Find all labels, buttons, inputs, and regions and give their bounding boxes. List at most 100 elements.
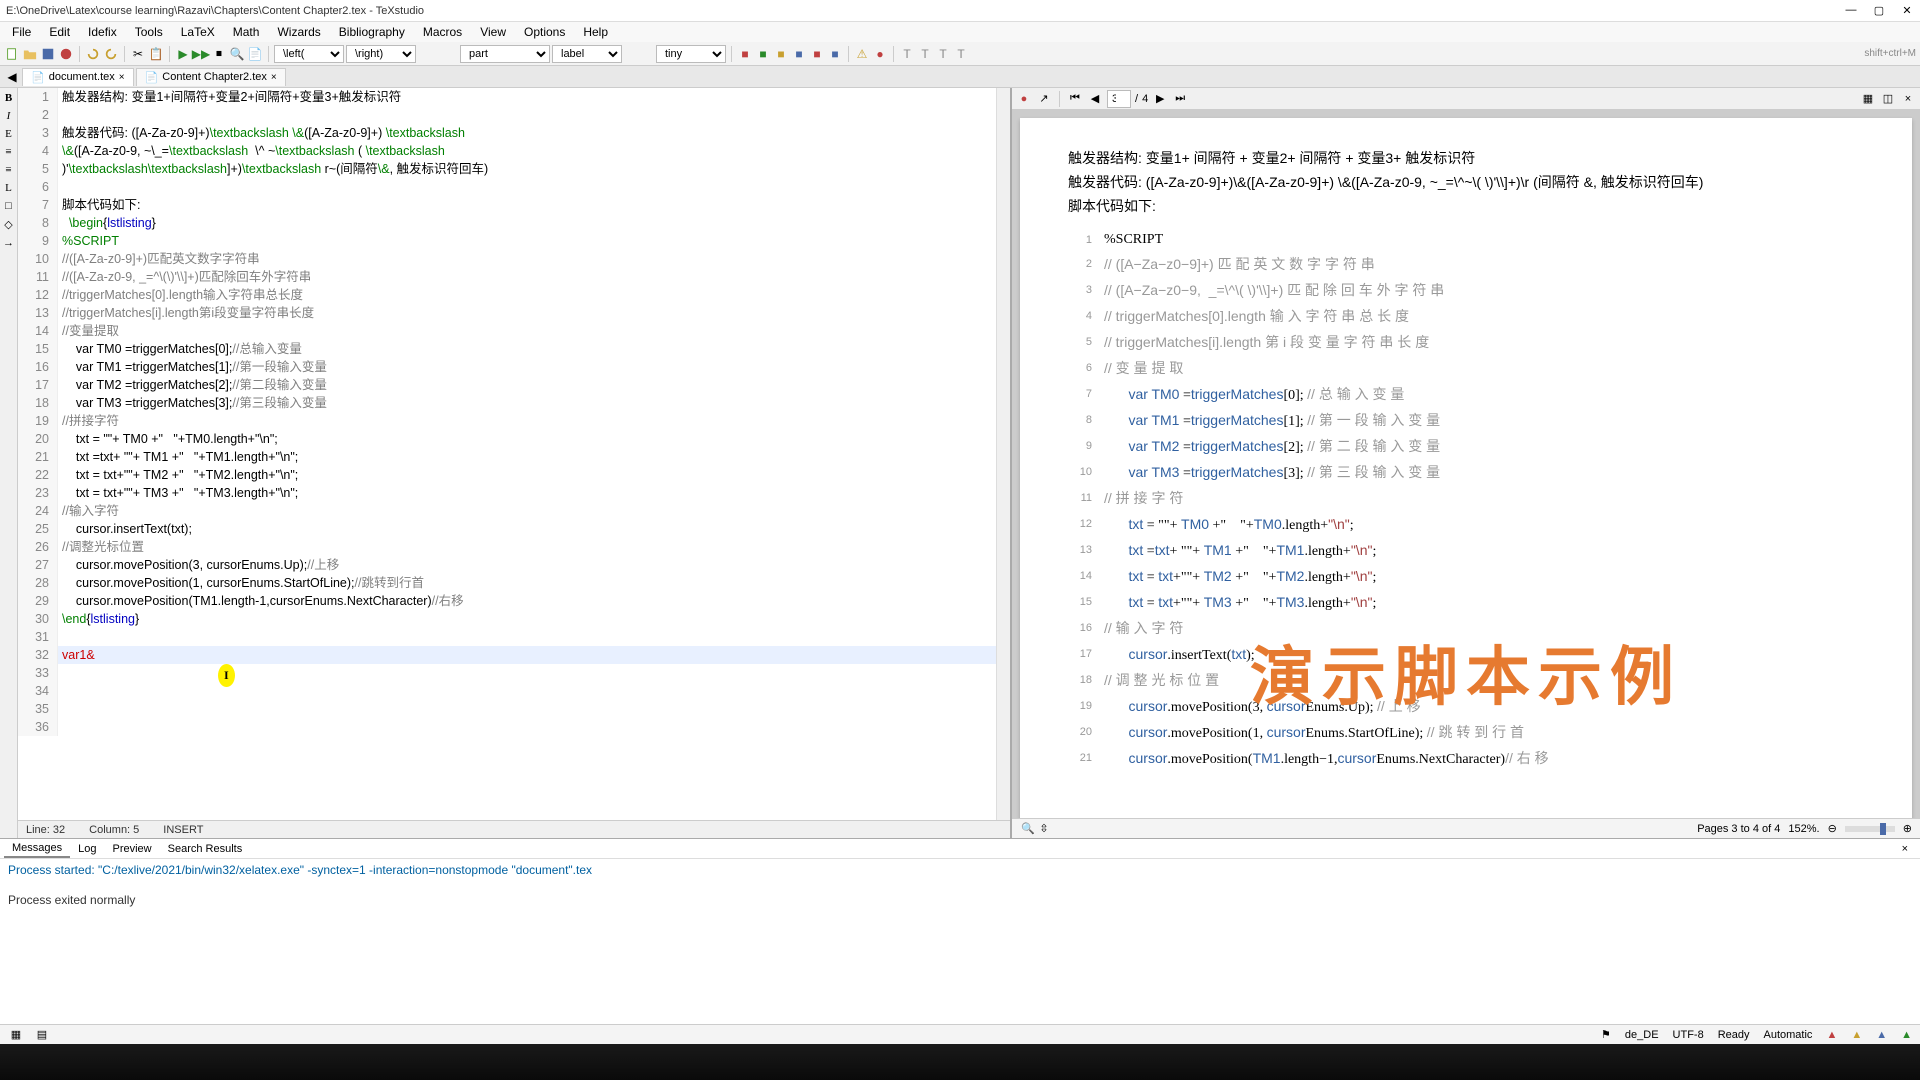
link-icon[interactable]: L (5, 182, 12, 194)
windows-taskbar[interactable] (0, 1044, 1920, 1080)
pv-win-icon[interactable]: ◫ (1880, 91, 1896, 107)
deco2-icon[interactable]: ■ (755, 46, 771, 62)
menu-file[interactable]: File (4, 23, 39, 41)
code-line[interactable]: 4\&([A-Za-z0-9, ~\_=\textbackslash \^ ~\… (18, 142, 1010, 160)
code-line[interactable]: 21 txt =txt+ ""+ TM1 +" "+TM1.length+"\n… (18, 448, 1010, 466)
code-line[interactable]: 6 (18, 178, 1010, 196)
pv-zoomout-icon[interactable]: ⊖ (1828, 822, 1837, 835)
bp-close-icon[interactable]: × (1894, 841, 1916, 857)
align2-icon[interactable]: ≡ (5, 164, 11, 176)
emph-icon[interactable]: E (5, 128, 12, 140)
menu-math[interactable]: Math (225, 23, 268, 41)
menu-help[interactable]: Help (575, 23, 616, 41)
pv-close-icon[interactable]: × (1900, 91, 1916, 107)
code-line[interactable]: 19//拼接字符 (18, 412, 1010, 430)
maximize-icon[interactable]: ▢ (1872, 4, 1886, 17)
bp-tab-messages[interactable]: Messages (4, 840, 70, 858)
view-icon[interactable]: 🔍 (229, 46, 245, 62)
deco4-icon[interactable]: ■ (791, 46, 807, 62)
bp-tab-search[interactable]: Search Results (160, 841, 251, 857)
menu-bibliography[interactable]: Bibliography (331, 23, 413, 41)
part-combo[interactable]: part (460, 45, 550, 63)
compile-icon[interactable]: ▶▶ (193, 46, 209, 62)
s1-icon[interactable]: ▲ (1826, 1029, 1837, 1041)
s2-icon[interactable]: ▲ (1851, 1029, 1862, 1041)
arrow-icon[interactable]: → (3, 237, 14, 249)
pv-sync-icon[interactable]: ● (1016, 91, 1032, 107)
err-icon[interactable]: ● (872, 46, 888, 62)
t2-icon[interactable]: T (917, 46, 933, 62)
scrollbar-vertical[interactable] (996, 88, 1010, 820)
code-line[interactable]: 13//triggerMatches[i].length第i段变量字符串长度 (18, 304, 1010, 322)
pv-ext-icon[interactable]: ↗ (1036, 91, 1052, 107)
build-icon[interactable]: ▶ (175, 46, 191, 62)
tab-chapter2[interactable]: 📄 Content Chapter2.tex × (136, 68, 286, 86)
menu-view[interactable]: View (472, 23, 514, 41)
tab-close-icon[interactable]: × (119, 72, 125, 83)
code-line[interactable]: 2 (18, 106, 1010, 124)
pv-page-input[interactable] (1107, 90, 1131, 108)
tabprev-icon[interactable]: ◀ (4, 69, 20, 85)
code-editor[interactable]: 1触发器结构: 变量1+间隔符+变量2+间隔符+变量3+触发标识符23触发器代码… (18, 88, 1010, 838)
right-delim-combo[interactable]: \right) (346, 45, 416, 63)
italic-icon[interactable]: I (7, 110, 11, 122)
lang-icon[interactable]: ⚑ (1601, 1028, 1611, 1041)
deco6-icon[interactable]: ■ (827, 46, 843, 62)
align1-icon[interactable]: ≡ (5, 146, 11, 158)
warn-icon[interactable]: ⚠ (854, 46, 870, 62)
code-line[interactable]: 1触发器结构: 变量1+间隔符+变量2+间隔符+变量3+触发标识符 (18, 88, 1010, 106)
menu-tools[interactable]: Tools (127, 23, 171, 41)
code-line[interactable]: 29 cursor.movePosition(TM1.length-1,curs… (18, 592, 1010, 610)
code-line[interactable]: 7脚本代码如下: (18, 196, 1010, 214)
code-line[interactable]: 28 cursor.movePosition(1, cursorEnums.St… (18, 574, 1010, 592)
menu-edit[interactable]: Edit (41, 23, 78, 41)
msg-icon[interactable]: ▤ (34, 1027, 50, 1043)
code-line[interactable]: 12//triggerMatches[0].length输入字符串总长度 (18, 286, 1010, 304)
save-icon[interactable] (40, 46, 56, 62)
code-line[interactable]: 34 (18, 682, 1010, 700)
menu-wizards[interactable]: Wizards (269, 23, 328, 41)
code-line[interactable]: 9%SCRIPT (18, 232, 1010, 250)
code-line[interactable]: 22 txt = txt+""+ TM2 +" "+TM2.length+"\n… (18, 466, 1010, 484)
close-doc-icon[interactable] (58, 46, 74, 62)
code-line[interactable]: 18 var TM3 =triggerMatches[3];//第三段输入变量 (18, 394, 1010, 412)
code-line[interactable]: 14//变量提取 (18, 322, 1010, 340)
bold-icon[interactable]: B (5, 92, 12, 104)
box-icon[interactable]: □ (5, 200, 12, 212)
deco5-icon[interactable]: ■ (809, 46, 825, 62)
diamond-icon[interactable]: ◇ (4, 218, 12, 231)
pv-next-icon[interactable]: ▶ (1152, 91, 1168, 107)
tab-close-icon[interactable]: × (271, 72, 277, 83)
bp-tab-preview[interactable]: Preview (105, 841, 160, 857)
code-line[interactable]: 36 (18, 718, 1010, 736)
pv-grid-icon[interactable]: ▦ (1860, 91, 1876, 107)
code-line[interactable]: 35 (18, 700, 1010, 718)
code-line[interactable]: 10//([A-Za-z0-9]+)匹配英文数字字符串 (18, 250, 1010, 268)
pv-prev-icon[interactable]: ◀ (1087, 91, 1103, 107)
code-line[interactable]: 16 var TM1 =triggerMatches[1];//第一段输入变量 (18, 358, 1010, 376)
struct-icon[interactable]: ▦ (8, 1027, 24, 1043)
code-line[interactable]: 33 (18, 664, 1010, 682)
menu-latex[interactable]: LaTeX (173, 23, 223, 41)
code-line[interactable]: 15 var TM0 =triggerMatches[0];//总输入变量 (18, 340, 1010, 358)
code-line[interactable]: 11//([A-Za-z0-9, _=^\(\)'\\]+)匹配除回车外字符串 (18, 268, 1010, 286)
copy-icon[interactable]: ✂ (130, 46, 146, 62)
code-line[interactable]: 3触发器代码: ([A-Za-z0-9]+)\textbackslash \&(… (18, 124, 1010, 142)
redo-icon[interactable] (103, 46, 119, 62)
t1-icon[interactable]: T (899, 46, 915, 62)
close-icon[interactable]: ✕ (1900, 4, 1914, 17)
stop-icon[interactable]: ⏹ (211, 46, 227, 62)
left-delim-combo[interactable]: \left( (274, 45, 344, 63)
code-line[interactable]: 30\end{lstlisting} (18, 610, 1010, 628)
minimize-icon[interactable]: — (1844, 4, 1858, 17)
pv-first-icon[interactable]: ⏮ (1067, 91, 1083, 107)
pv-find-icon[interactable]: 🔍 (1020, 821, 1036, 837)
code-line[interactable]: 32var1& (18, 646, 1010, 664)
t3-icon[interactable]: T (935, 46, 951, 62)
code-line[interactable]: 23 txt = txt+""+ TM3 +" "+TM3.length+"\n… (18, 484, 1010, 502)
s4-icon[interactable]: ▲ (1901, 1029, 1912, 1041)
deco1-icon[interactable]: ■ (737, 46, 753, 62)
code-line[interactable]: 31 (18, 628, 1010, 646)
code-line[interactable]: 20 txt = ""+ TM0 +" "+TM0.length+"\n"; (18, 430, 1010, 448)
pv-zoomin-icon[interactable]: ⊕ (1903, 822, 1912, 835)
